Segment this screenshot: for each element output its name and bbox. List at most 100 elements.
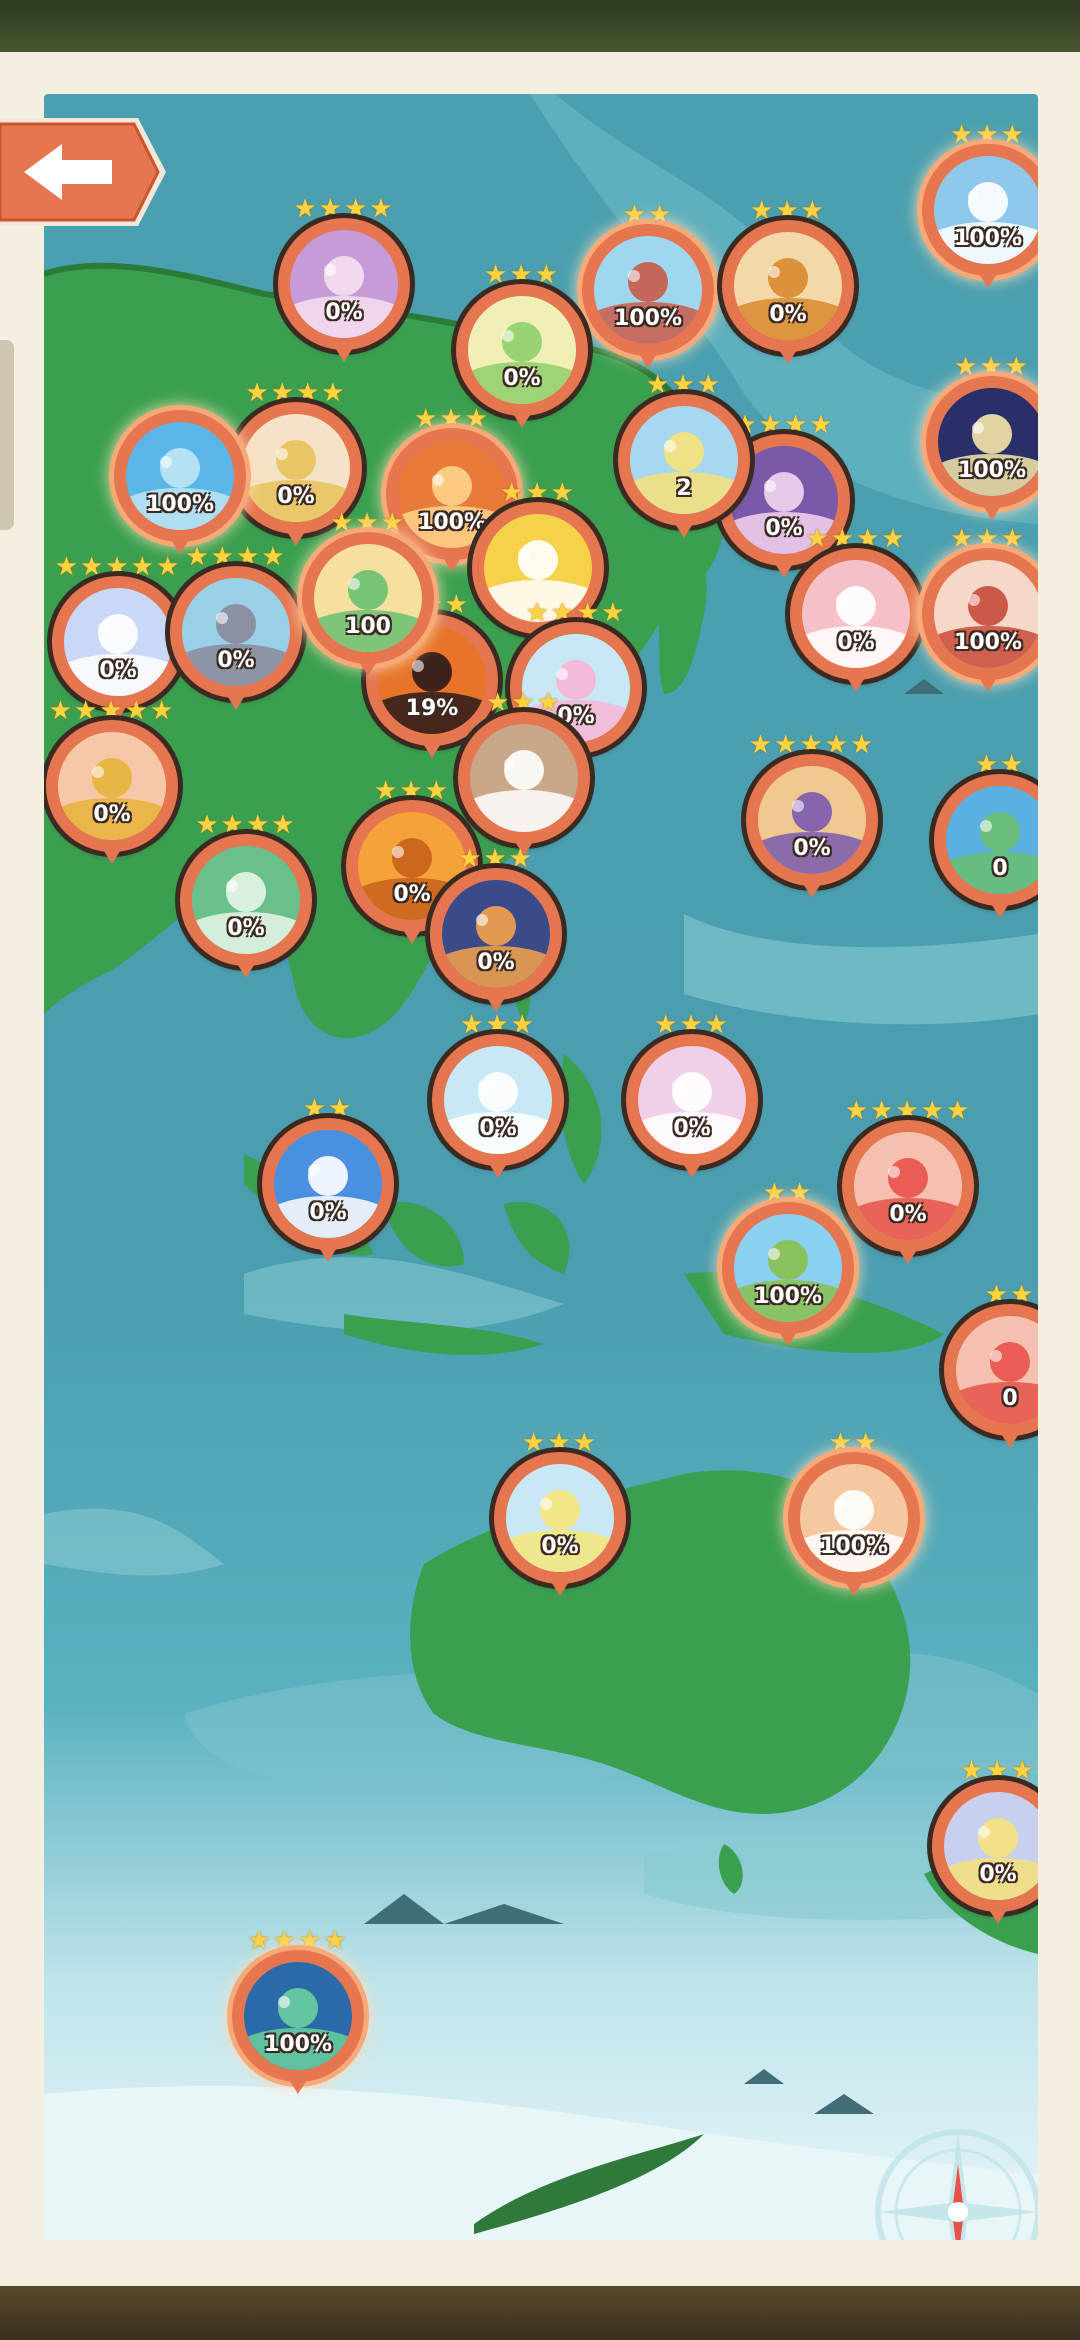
completion-percent: 0% <box>503 366 541 391</box>
completion-percent: 0% <box>541 1534 579 1559</box>
map-marker-heart-pulse[interactable]: ★★ 0 <box>940 1280 1038 1454</box>
marker-ring <box>922 548 1038 680</box>
marker-pin-tip <box>488 1162 508 1178</box>
marker-pin-tip <box>674 522 694 538</box>
marker-pin-tip <box>442 556 462 572</box>
marker-ring <box>944 1304 1038 1436</box>
marker-pin-tip <box>802 882 822 898</box>
completion-percent: 0% <box>479 1116 517 1141</box>
marker-ring <box>456 284 588 416</box>
completion-percent: 0% <box>227 916 265 941</box>
marker-ring <box>52 576 184 708</box>
map-marker-jade-vase[interactable]: ★★★★ 0% <box>176 810 316 984</box>
marker-ring <box>926 376 1038 508</box>
marker-ring <box>430 868 562 1000</box>
world-map[interactable]: ★★★★ 0% ★★ 100% ★★★ 0% ★★★ 100% ★★★ 0% ★… <box>44 94 1038 2240</box>
marker-pin-tip <box>102 848 122 864</box>
marker-ring <box>262 1118 394 1250</box>
marker-pin-tip <box>550 1580 570 1596</box>
map-marker-opera-house[interactable]: ★★ 100% <box>784 1428 924 1602</box>
game-background-bottom <box>0 2286 1080 2340</box>
completion-percent: 0% <box>217 648 255 673</box>
completion-percent: 0% <box>673 1116 711 1141</box>
marker-pin-tip <box>334 346 354 362</box>
marker-pin-tip <box>778 348 798 364</box>
map-marker-flower-swirl[interactable]: ★★★ 2 <box>614 370 754 544</box>
marker-ring <box>114 410 246 542</box>
side-tab-handle[interactable] <box>0 340 14 530</box>
marker-art <box>470 724 578 832</box>
marker-pin-tip <box>638 352 658 368</box>
map-marker-spiral-shell[interactable]: ★★★ 0% <box>928 1756 1038 1930</box>
map-marker-autumn-leaves[interactable]: ★★★ 0% <box>718 196 858 370</box>
completion-percent: 100% <box>954 630 1022 655</box>
completion-percent: 100% <box>958 458 1026 483</box>
map-marker-raindrops[interactable]: 100% <box>110 392 250 560</box>
map-marker-palm-beach[interactable]: ★★ 0 <box>930 750 1038 924</box>
map-marker-hearts[interactable]: ★★★★★ 0% <box>838 1096 978 1270</box>
marker-ring <box>618 394 750 526</box>
map-marker-yellow-lily[interactable]: ★★★ 0% <box>490 1428 630 1602</box>
marker-ring <box>232 1950 364 2082</box>
cotton-icon <box>470 724 578 832</box>
completion-percent: 0% <box>309 1200 347 1225</box>
back-button[interactable] <box>0 112 168 232</box>
marker-pin-tip <box>682 1162 702 1178</box>
completion-percent: 0% <box>793 836 831 861</box>
completion-percent: 0% <box>477 950 515 975</box>
completion-percent: 100% <box>614 306 682 331</box>
map-marker-moon-night[interactable]: ★★★ 100% <box>922 352 1038 526</box>
map-marker-pink-gate[interactable]: ★★★★ 0% <box>786 524 926 698</box>
map-marker-island-turtle[interactable]: ★★ 100% <box>718 1178 858 1352</box>
compass-icon <box>875 2129 1038 2240</box>
map-marker-purple-bed[interactable]: ★★★★★ 0% <box>742 730 882 904</box>
marker-ring <box>170 566 302 698</box>
completion-percent: 2 <box>676 476 692 501</box>
completion-percent: 100 <box>345 614 391 639</box>
completion-percent: 0% <box>325 300 363 325</box>
map-marker-red-ribbon[interactable]: ★★★ 100% <box>918 524 1038 698</box>
marker-ring <box>582 224 714 356</box>
marker-ring <box>934 774 1038 906</box>
marker-pin-tip <box>982 504 1002 520</box>
marker-pin-tip <box>844 1580 864 1596</box>
marker-ring <box>180 834 312 966</box>
completion-percent: 100% <box>264 2032 332 2057</box>
marker-pin-tip <box>226 694 246 710</box>
marker-pin-tip <box>422 742 442 758</box>
map-marker-aurora-mountains[interactable]: ★★★★ 100% <box>228 1926 368 2100</box>
map-marker-city-tower[interactable]: ★★★ 0% <box>426 844 566 1018</box>
marker-ring <box>790 548 922 680</box>
map-marker-ice-tree[interactable]: ★★★ 100% <box>918 120 1038 294</box>
map-marker-paper-plane-east[interactable]: ★★★ 0% <box>622 1010 762 1184</box>
marker-pin-tip <box>978 272 998 288</box>
marker-pin-tip <box>990 902 1010 918</box>
completion-percent: 100% <box>146 492 214 517</box>
completion-percent: 100% <box>754 1284 822 1309</box>
map-marker-festival-gate[interactable]: ★★ 100% <box>578 200 718 374</box>
marker-ring <box>788 1452 920 1584</box>
completion-percent: 100% <box>820 1534 888 1559</box>
completion-percent: 0% <box>769 302 807 327</box>
map-marker-fan[interactable]: ★★★ 100 <box>298 508 438 682</box>
marker-pin-tip <box>778 1330 798 1346</box>
marker-ring <box>626 1034 758 1166</box>
map-marker-swans[interactable]: ★★★★ 0% <box>274 194 414 368</box>
map-marker-snake[interactable]: ★★★★★ 0% <box>44 696 182 870</box>
marker-ring <box>278 218 410 350</box>
map-marker-mountain-cloud[interactable]: ★★★★ 0% <box>166 542 306 716</box>
marker-pin-tip <box>846 676 866 692</box>
marker-ring <box>922 144 1038 276</box>
completion-percent: 0 <box>1002 1386 1018 1411</box>
marker-ring <box>842 1120 974 1252</box>
map-marker-magnolia[interactable]: ★★★ 0% <box>428 1010 568 1184</box>
map-marker-merlion[interactable]: ★★ 0% <box>258 1094 398 1268</box>
marker-ring <box>722 1202 854 1334</box>
marker-pin-tip <box>236 962 256 978</box>
marker-pin-tip <box>288 2078 308 2094</box>
marker-ring <box>746 754 878 886</box>
marker-ring <box>46 720 178 852</box>
marker-ring <box>722 220 854 352</box>
marker-pin-tip <box>1000 1432 1020 1448</box>
completion-percent: 0% <box>979 1862 1017 1887</box>
